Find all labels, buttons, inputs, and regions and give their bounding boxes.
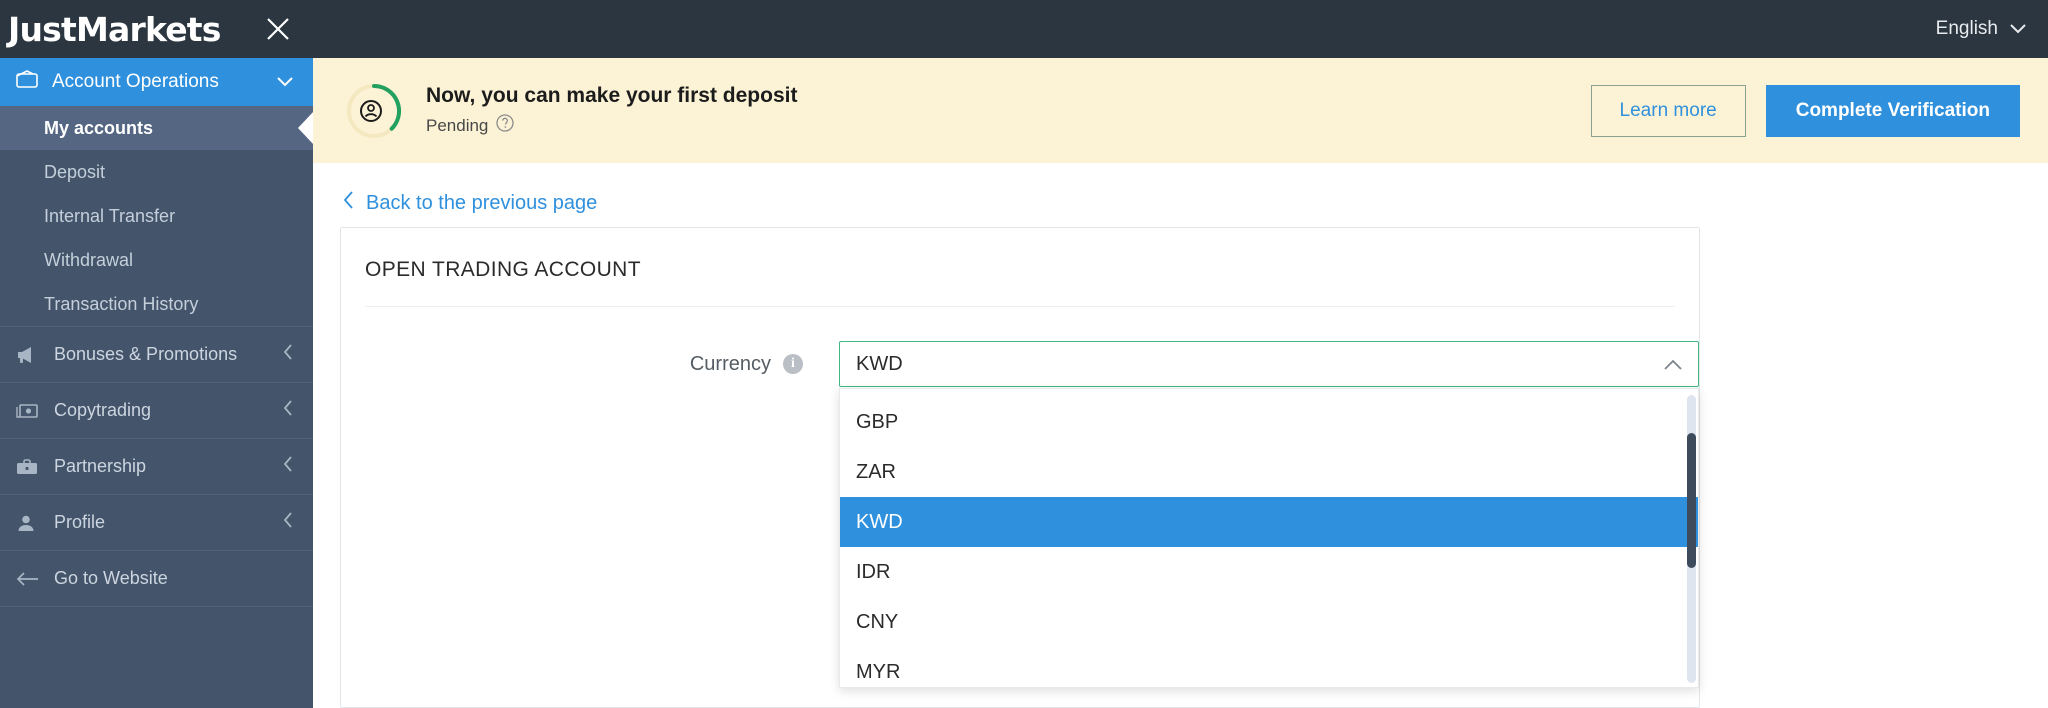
arrow-left-icon <box>16 571 42 587</box>
currency-option-myr[interactable]: MYR <box>840 647 1698 687</box>
sidebar-header-label: Account Operations <box>52 71 219 92</box>
banknote-icon <box>16 403 42 419</box>
chevron-down-icon <box>277 71 293 93</box>
page-title: OPEN TRADING ACCOUNT <box>365 258 641 281</box>
currency-option-list: GBP ZAR KWD IDR CNY MYR <box>840 389 1698 687</box>
banner-actions: Learn more Complete Verification <box>1590 84 2020 137</box>
info-icon[interactable]: i <box>783 354 803 374</box>
sidebar-item-internal-transfer[interactable]: Internal Transfer <box>0 194 313 238</box>
currency-dropdown: GBP ZAR KWD IDR CNY MYR <box>839 388 1699 688</box>
sidebar-item-go-to-website[interactable]: Go to Website <box>0 551 313 606</box>
language-label: English <box>1935 18 1998 39</box>
chevron-left-icon <box>283 400 293 421</box>
chevron-up-icon[interactable] <box>1664 353 1682 376</box>
currency-option-gbp[interactable]: GBP <box>840 397 1698 447</box>
sidebar-item-my-accounts[interactable]: My accounts <box>0 106 313 150</box>
sidebar-item-bonuses-promotions[interactable]: Bonuses & Promotions <box>0 327 313 382</box>
language-selector[interactable]: English <box>1936 18 2026 40</box>
sidebar: Account Operations My accounts Deposit I… <box>0 58 313 708</box>
currency-option-kwd[interactable]: KWD <box>840 497 1698 547</box>
sidebar-header-account-operations[interactable]: Account Operations <box>0 58 313 106</box>
divider <box>0 606 313 607</box>
back-link-label: Back to the previous page <box>366 191 598 214</box>
banner-title: Now, you can make your first deposit <box>426 84 798 107</box>
sidebar-item-label: Profile <box>54 512 106 532</box>
top-bar: JustMarkets English <box>0 0 2048 58</box>
sidebar-item-label: Go to Website <box>54 568 168 588</box>
sidebar-item-deposit[interactable]: Deposit <box>0 150 313 194</box>
sidebar-item-label: Internal Transfer <box>44 205 176 226</box>
complete-verification-button[interactable]: Complete Verification <box>1765 84 2020 137</box>
megaphone-icon <box>16 346 42 364</box>
app-logo: JustMarkets <box>8 9 221 49</box>
back-to-previous-page-link[interactable]: Back to the previous page <box>343 191 2048 215</box>
sidebar-item-label: Transaction History <box>44 293 199 314</box>
chevron-left-icon <box>283 512 293 533</box>
currency-label-group: Currency i <box>341 341 803 387</box>
sidebar-item-label: Bonuses & Promotions <box>54 344 238 364</box>
sidebar-item-copytrading[interactable]: Copytrading <box>0 383 313 438</box>
currency-option-idr[interactable]: IDR <box>840 547 1698 597</box>
sidebar-item-label: Copytrading <box>54 400 152 420</box>
open-trading-account-card: OPEN TRADING ACCOUNT Currency i KWD GBP … <box>340 227 1700 708</box>
sidebar-item-label: My accounts <box>44 117 154 138</box>
learn-more-button[interactable]: Learn more <box>1590 84 1746 137</box>
chevron-left-icon <box>283 344 293 365</box>
currency-label: Currency <box>689 352 771 375</box>
wallet-icon <box>16 70 38 94</box>
sidebar-item-label: Partnership <box>54 456 147 476</box>
form-row-currency: Currency i KWD GBP ZAR KWD IDR CNY MYR <box>341 341 1699 688</box>
sidebar-item-label: Withdrawal <box>44 249 134 270</box>
briefcase-icon <box>16 458 42 476</box>
app-root: JustMarkets English Account Operations M… <box>0 0 2048 708</box>
currency-option-cny[interactable]: CNY <box>840 597 1698 647</box>
chevron-left-icon <box>343 191 354 215</box>
currency-select-value: KWD <box>856 352 903 375</box>
sidebar-item-partnership[interactable]: Partnership <box>0 439 313 494</box>
user-circle-progress-icon <box>346 83 402 139</box>
currency-select[interactable]: KWD <box>839 341 1699 387</box>
banner-status: Pending <box>426 114 797 137</box>
dropdown-scrollbar-thumb[interactable] <box>1687 433 1696 568</box>
sidebar-item-transaction-history[interactable]: Transaction History <box>0 282 313 326</box>
question-circle-icon[interactable] <box>496 114 515 137</box>
main-content: Back to the previous page OPEN TRADING A… <box>313 163 2048 708</box>
divider <box>365 306 1675 307</box>
sidebar-item-label: Deposit <box>44 161 106 182</box>
currency-option-zar[interactable]: ZAR <box>840 447 1698 497</box>
chevron-left-icon <box>283 456 293 477</box>
banner-text: Now, you can make your first deposit Pen… <box>426 84 797 137</box>
close-icon[interactable] <box>259 10 297 48</box>
chevron-down-icon <box>2010 18 2026 40</box>
user-icon <box>16 514 42 532</box>
currency-field-wrapper: KWD GBP ZAR KWD IDR CNY MYR <box>839 341 1699 688</box>
sidebar-item-withdrawal[interactable]: Withdrawal <box>0 238 313 282</box>
verification-banner: Now, you can make your first deposit Pen… <box>313 58 2048 163</box>
status-badge: Pending <box>426 115 489 135</box>
sidebar-item-profile[interactable]: Profile <box>0 495 313 550</box>
